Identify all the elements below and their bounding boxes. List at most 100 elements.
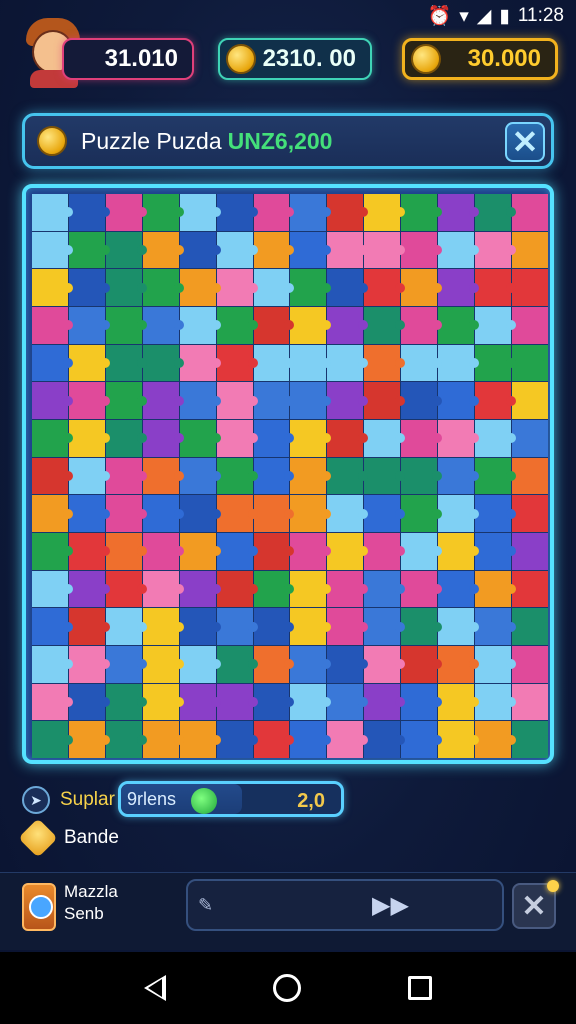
puzzle-piece[interactable]	[216, 231, 258, 269]
puzzle-piece[interactable]	[179, 646, 221, 683]
puzzle-piece[interactable]	[216, 683, 258, 721]
puzzle-piece[interactable]	[327, 721, 369, 758]
puzzle-piece[interactable]	[290, 344, 332, 382]
puzzle-piece[interactable]	[105, 495, 147, 532]
puzzle-piece[interactable]	[327, 495, 369, 532]
puzzle-piece[interactable]	[327, 608, 369, 645]
puzzle-piece[interactable]	[364, 231, 406, 269]
puzzle-piece[interactable]	[290, 608, 332, 645]
puzzle-piece[interactable]	[253, 721, 295, 758]
puzzle-piece[interactable]	[253, 344, 295, 382]
app-icon[interactable]	[22, 883, 56, 931]
puzzle-piece[interactable]	[401, 420, 443, 457]
puzzle-piece[interactable]	[68, 269, 110, 306]
puzzle-piece[interactable]	[105, 533, 147, 570]
puzzle-piece[interactable]	[105, 570, 147, 608]
puzzle-piece[interactable]	[68, 382, 110, 419]
close-button[interactable]: ✕	[505, 122, 545, 162]
puzzle-piece[interactable]	[512, 570, 548, 608]
fast-forward-icon[interactable]: ▶▶	[372, 891, 409, 920]
puzzle-piece[interactable]	[401, 269, 443, 306]
puzzle-piece[interactable]	[32, 269, 73, 306]
puzzle-piece[interactable]	[401, 495, 443, 532]
puzzle-piece[interactable]	[290, 721, 332, 758]
puzzle-piece[interactable]	[364, 269, 406, 306]
puzzle-piece[interactable]	[253, 683, 295, 721]
puzzle-piece[interactable]	[327, 533, 369, 570]
puzzle-piece[interactable]	[438, 608, 480, 645]
puzzle-piece[interactable]	[216, 382, 258, 419]
puzzle-piece[interactable]	[68, 307, 110, 344]
puzzle-piece[interactable]	[364, 570, 406, 608]
puzzle-piece[interactable]	[438, 269, 480, 306]
puzzle-piece[interactable]	[401, 231, 443, 269]
puzzle-piece[interactable]	[475, 420, 516, 457]
puzzle-piece[interactable]	[438, 495, 480, 532]
puzzle-piece[interactable]	[475, 457, 516, 495]
puzzle-piece[interactable]	[512, 533, 548, 570]
puzzle-piece[interactable]	[253, 420, 295, 457]
puzzle-piece[interactable]	[475, 646, 516, 683]
puzzle-piece[interactable]	[327, 269, 369, 306]
player-score[interactable]: 31.010	[62, 38, 194, 80]
puzzle-piece[interactable]	[179, 570, 221, 608]
puzzle-piece[interactable]	[512, 307, 548, 344]
puzzle-piece[interactable]	[105, 721, 147, 758]
puzzle-piece[interactable]	[179, 457, 221, 495]
puzzle-piece[interactable]	[364, 457, 406, 495]
puzzle-piece[interactable]	[216, 307, 258, 344]
puzzle-piece[interactable]	[290, 382, 332, 419]
bottom-input-panel[interactable]: ✎ ▶▶	[186, 879, 504, 931]
puzzle-piece[interactable]	[438, 721, 480, 758]
puzzle-piece[interactable]	[512, 721, 548, 758]
puzzle-piece[interactable]	[475, 231, 516, 269]
puzzle-piece[interactable]	[105, 646, 147, 683]
puzzle-piece[interactable]	[290, 269, 332, 306]
puzzle-piece[interactable]	[364, 721, 406, 758]
puzzle-piece[interactable]	[438, 570, 480, 608]
puzzle-piece[interactable]	[32, 683, 73, 721]
puzzle-piece[interactable]	[105, 344, 147, 382]
puzzle-piece[interactable]	[142, 533, 184, 570]
puzzle-piece[interactable]	[105, 608, 147, 645]
puzzle-piece[interactable]	[290, 495, 332, 532]
puzzle-piece[interactable]	[68, 608, 110, 645]
puzzle-piece[interactable]	[364, 194, 406, 231]
puzzle-piece[interactable]	[327, 683, 369, 721]
puzzle-piece[interactable]	[105, 457, 147, 495]
puzzle-piece[interactable]	[68, 231, 110, 269]
puzzle-piece[interactable]	[179, 307, 221, 344]
puzzle-piece[interactable]	[142, 194, 184, 231]
puzzle-piece[interactable]	[105, 382, 147, 419]
puzzle-piece[interactable]	[438, 420, 480, 457]
puzzle-piece[interactable]	[438, 457, 480, 495]
puzzle-piece[interactable]	[32, 646, 73, 683]
puzzle-piece[interactable]	[401, 721, 443, 758]
puzzle-piece[interactable]	[512, 231, 548, 269]
puzzle-piece[interactable]	[105, 307, 147, 344]
puzzle-piece[interactable]	[32, 457, 73, 495]
puzzle-piece[interactable]	[216, 194, 258, 231]
puzzle-piece[interactable]	[327, 231, 369, 269]
puzzle-piece[interactable]	[327, 570, 369, 608]
puzzle-piece[interactable]	[364, 683, 406, 721]
puzzle-piece[interactable]	[475, 683, 516, 721]
puzzle-piece[interactable]	[68, 457, 110, 495]
puzzle-piece[interactable]	[401, 307, 443, 344]
puzzle-piece[interactable]	[327, 646, 369, 683]
puzzle-piece[interactable]	[253, 231, 295, 269]
puzzle-piece[interactable]	[253, 495, 295, 532]
puzzle-piece[interactable]	[32, 570, 73, 608]
puzzle-piece[interactable]	[32, 231, 73, 269]
puzzle-piece[interactable]	[68, 533, 110, 570]
puzzle-grid[interactable]	[32, 194, 548, 758]
puzzle-piece[interactable]	[364, 382, 406, 419]
puzzle-piece[interactable]	[216, 533, 258, 570]
puzzle-piece[interactable]	[216, 269, 258, 306]
puzzle-piece[interactable]	[290, 570, 332, 608]
puzzle-piece[interactable]	[32, 344, 73, 382]
puzzle-piece[interactable]	[68, 683, 110, 721]
puzzle-piece[interactable]	[438, 231, 480, 269]
puzzle-piece[interactable]	[253, 269, 295, 306]
coins-counter[interactable]: 2310. 00	[218, 38, 372, 80]
